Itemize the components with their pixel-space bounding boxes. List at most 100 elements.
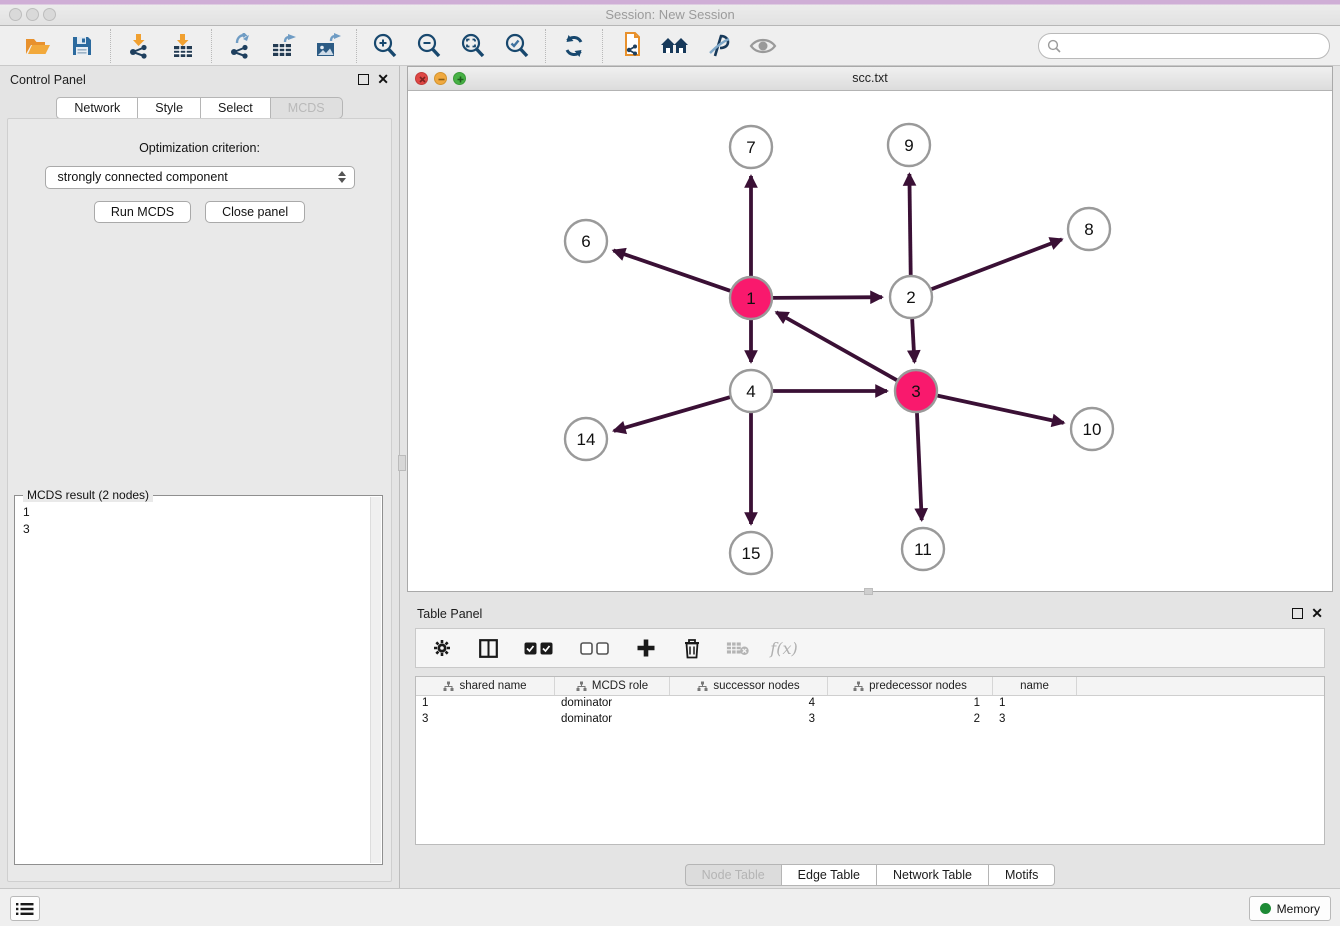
delete-column-button[interactable]: [680, 636, 704, 660]
graph-edge-3-10[interactable]: [938, 396, 1064, 423]
first-neighbors-button[interactable]: [659, 30, 691, 62]
graph-edge-3-11[interactable]: [917, 413, 922, 520]
create-column-button[interactable]: [634, 636, 658, 660]
zoom-out-button[interactable]: [413, 30, 445, 62]
tab-edge-table[interactable]: Edge Table: [782, 864, 877, 886]
cell-mcds-role[interactable]: dominator: [555, 712, 670, 728]
run-mcds-button[interactable]: Run MCDS: [94, 201, 191, 223]
refresh-button[interactable]: [558, 30, 590, 62]
tab-network-table[interactable]: Network Table: [877, 864, 989, 886]
import-table-button[interactable]: [167, 30, 199, 62]
gear-icon: [432, 638, 452, 658]
cell-shared-name[interactable]: 3: [416, 712, 555, 728]
cell-mcds-role[interactable]: dominator: [555, 696, 670, 712]
vizmapper-button[interactable]: [703, 30, 735, 62]
cell-predecessor-nodes[interactable]: 1: [828, 696, 993, 712]
zoom-in-button[interactable]: [369, 30, 401, 62]
cell-successor-nodes[interactable]: 3: [670, 712, 828, 728]
panel-divider-grip[interactable]: [398, 455, 406, 471]
cell-shared-name[interactable]: 1: [416, 696, 555, 712]
search-box[interactable]: [1038, 33, 1330, 59]
graphics-details-button[interactable]: [747, 30, 779, 62]
delete-table-button[interactable]: [726, 636, 750, 660]
table-tabs: Node Table Edge Table Network Table Moti…: [407, 864, 1333, 886]
tab-node-table[interactable]: Node Table: [685, 864, 782, 886]
task-history-button[interactable]: [10, 896, 40, 921]
function-builder-button[interactable]: f(x): [772, 636, 796, 660]
column-header-successor-nodes[interactable]: successor nodes: [670, 677, 828, 695]
graph-edge-1-2[interactable]: [773, 297, 882, 298]
graph-edge-2-9[interactable]: [909, 174, 910, 275]
table-row[interactable]: 1 dominator 4 1 1: [416, 696, 1324, 712]
close-panel-button[interactable]: Close panel: [205, 201, 305, 223]
trash-icon: [683, 638, 701, 659]
import-network-button[interactable]: [123, 30, 155, 62]
export-network-icon: [227, 33, 253, 59]
table-settings-button[interactable]: [430, 636, 454, 660]
float-table-panel-icon[interactable]: [1292, 608, 1303, 619]
columns-icon: [479, 639, 498, 658]
graph-edge-2-8[interactable]: [932, 239, 1062, 289]
table-row[interactable]: 3 dominator 3 2 3: [416, 712, 1324, 728]
graph-edge-1-6[interactable]: [613, 250, 730, 290]
graph-node-label-6: 6: [581, 232, 590, 251]
open-session-button[interactable]: [22, 30, 54, 62]
zoom-selected-button[interactable]: [501, 30, 533, 62]
node-table: shared name MCDS role successor nodes pr…: [415, 676, 1325, 845]
new-network-from-selection-button[interactable]: [615, 30, 647, 62]
zoom-out-icon: [416, 33, 442, 59]
graph-edge-3-1[interactable]: [776, 312, 897, 380]
column-header-predecessor-nodes[interactable]: predecessor nodes: [828, 677, 993, 695]
cell-name[interactable]: 3: [993, 712, 1077, 728]
graph-node-label-15: 15: [742, 544, 761, 563]
column-header-shared-name[interactable]: shared name: [416, 677, 555, 695]
graph-edge-4-14[interactable]: [614, 397, 730, 431]
tab-style[interactable]: Style: [138, 97, 201, 119]
zoom-fit-button[interactable]: [457, 30, 489, 62]
column-header-mcds-role[interactable]: MCDS role: [555, 677, 670, 695]
main-toolbar: [0, 26, 1340, 66]
column-header-name[interactable]: name: [993, 677, 1077, 695]
mcds-result-list[interactable]: 1 3: [23, 504, 30, 538]
tab-motifs[interactable]: Motifs: [989, 864, 1055, 886]
status-bar: Memory: [0, 888, 1340, 926]
cell-name[interactable]: 1: [993, 696, 1077, 712]
export-network-button[interactable]: [224, 30, 256, 62]
import-table-icon: [171, 33, 195, 59]
graph-edge-2-3[interactable]: [912, 319, 914, 362]
tab-network[interactable]: Network: [56, 97, 138, 119]
memory-button[interactable]: Memory: [1249, 896, 1331, 921]
control-panel: Control Panel ✕ Network Style Select MCD…: [0, 66, 400, 888]
search-input[interactable]: [1066, 39, 1321, 53]
export-image-button[interactable]: [312, 30, 344, 62]
unselect-all-columns-button[interactable]: [578, 636, 612, 660]
checked-boxes-icon: [524, 642, 554, 655]
column-type-icon: [443, 681, 454, 692]
mcds-panel: Optimization criterion: strongly connect…: [7, 118, 392, 882]
save-icon: [71, 35, 93, 57]
tab-select[interactable]: Select: [201, 97, 271, 119]
cell-predecessor-nodes[interactable]: 2: [828, 712, 993, 728]
vizmapper-icon: [706, 34, 732, 58]
column-type-icon: [697, 681, 708, 692]
column-panel-button[interactable]: [476, 636, 500, 660]
network-resize-grip[interactable]: [864, 588, 873, 595]
network-window-titlebar[interactable]: scc.txt: [408, 67, 1332, 91]
tab-mcds[interactable]: MCDS: [271, 97, 343, 119]
cell-successor-nodes[interactable]: 4: [670, 696, 828, 712]
optimization-criterion-value: strongly connected component: [58, 170, 228, 184]
close-table-panel-icon[interactable]: ✕: [1311, 605, 1323, 621]
network-graph[interactable]: 1234678910111415: [408, 91, 1332, 591]
export-table-button[interactable]: [268, 30, 300, 62]
optimization-criterion-select[interactable]: strongly connected component: [45, 166, 355, 189]
homes-icon: [660, 35, 690, 57]
graph-node-label-4: 4: [746, 382, 755, 401]
result-scrollbar[interactable]: [370, 497, 381, 863]
graph-node-label-10: 10: [1083, 420, 1102, 439]
save-session-button[interactable]: [66, 30, 98, 62]
network-view-window: scc.txt 1234678910111415: [407, 66, 1333, 592]
float-panel-icon[interactable]: [358, 74, 369, 85]
select-all-columns-button[interactable]: [522, 636, 556, 660]
node-table-header: shared name MCDS role successor nodes pr…: [416, 677, 1324, 696]
close-panel-icon[interactable]: ✕: [377, 71, 389, 87]
